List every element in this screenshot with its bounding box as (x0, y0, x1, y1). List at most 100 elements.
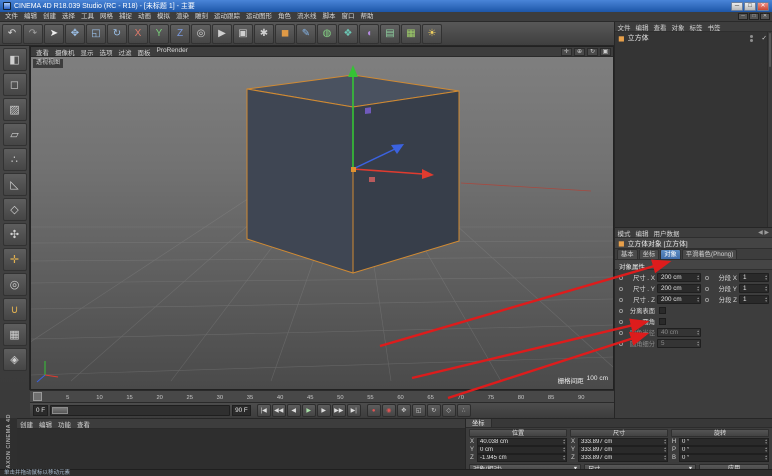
previous-frame-button[interactable]: ◀ (287, 404, 301, 417)
size-input[interactable]: 333.897 cm ▴▾ (578, 438, 668, 446)
size-input[interactable]: 200 cm ▴▾ (657, 273, 701, 282)
spline-pen-icon[interactable]: ✎ (296, 24, 316, 44)
stepper-icon[interactable]: ▴▾ (664, 439, 666, 444)
model-mode-icon[interactable]: ◻ (3, 73, 27, 96)
stepper-icon[interactable]: ▴▾ (765, 297, 767, 302)
position-input[interactable]: -1.945 cm ▴▾ (477, 454, 567, 462)
stepper-icon[interactable]: ▴▾ (664, 455, 666, 460)
segments-input[interactable]: 1 ▴▾ (739, 295, 769, 304)
segments-value[interactable]: 1 (743, 296, 765, 303)
environment-icon[interactable]: ▤ (380, 24, 400, 44)
deformer-icon[interactable]: ◖ (359, 24, 379, 44)
material-menu-item[interactable]: 创建 (17, 419, 36, 429)
attribute-tab[interactable]: 对象 (660, 249, 681, 259)
rotation-value[interactable]: 0 ° (682, 455, 765, 461)
menu-item[interactable]: 渲染 (173, 12, 192, 22)
record-position-button[interactable]: ✥ (397, 404, 411, 417)
checkbox[interactable] (659, 307, 666, 314)
keyframe-dot-icon[interactable] (705, 276, 709, 280)
view-label[interactable]: 透视视图 (33, 59, 63, 68)
x-axis-lock-icon[interactable]: X (128, 24, 148, 44)
stepper-icon[interactable]: ▴▾ (563, 439, 565, 444)
viewport-menu-item[interactable]: ProRender (154, 47, 191, 57)
object-manager-menu-item[interactable]: 书签 (705, 22, 723, 32)
render-settings-icon[interactable]: ✱ (254, 24, 274, 44)
timeline-slider[interactable] (50, 405, 230, 416)
size-input[interactable]: 200 cm ▴▾ (657, 295, 701, 304)
current-frame-marker[interactable] (33, 392, 42, 401)
primitive-cube-icon[interactable]: ◼ (275, 24, 295, 44)
menu-item[interactable]: 运动图形 (243, 12, 275, 22)
rotation-value[interactable]: 0 ° (682, 439, 765, 445)
rotation-value[interactable]: 0 ° (682, 447, 765, 453)
doc-maximize-button[interactable]: □ (749, 13, 759, 20)
object-manager-menu-item[interactable]: 标签 (687, 22, 705, 32)
size-value[interactable]: 200 cm (661, 274, 697, 281)
menu-item[interactable]: 工具 (78, 12, 97, 22)
menu-item[interactable]: 模拟 (154, 12, 173, 22)
keyframe-dot-icon[interactable] (705, 287, 709, 291)
size-header[interactable]: 尺寸 (570, 429, 668, 437)
size-input[interactable]: 200 cm ▴▾ (657, 284, 701, 293)
goto-end-button[interactable]: ▶| (347, 404, 361, 417)
render-picture-viewer-icon[interactable]: ▣ (233, 24, 253, 44)
viewport-menu-item[interactable]: 过滤 (116, 47, 135, 57)
segments-input[interactable]: 1 ▴▾ (739, 273, 769, 282)
size-value[interactable]: 333.897 cm (581, 439, 664, 445)
keyframe-dot-icon[interactable] (619, 276, 623, 280)
light-icon[interactable]: ☀ (422, 24, 442, 44)
attribute-tab[interactable]: 基本 (617, 249, 638, 259)
tweak-mode-icon[interactable]: ✣ (3, 223, 27, 246)
workplane-snap-icon[interactable]: ▦ (3, 323, 27, 346)
stepper-icon[interactable]: ▴▾ (765, 447, 767, 452)
close-button[interactable]: ✕ (757, 2, 769, 11)
object-manager-scrollbar[interactable] (767, 32, 772, 227)
autokey-button[interactable]: ◉ (382, 404, 396, 417)
play-button[interactable]: ▶ (302, 404, 316, 417)
material-menu-item[interactable]: 编辑 (36, 419, 55, 429)
record-pla-button[interactable]: ∴ (457, 404, 471, 417)
doc-minimize-button[interactable]: ─ (738, 13, 748, 20)
menu-item[interactable]: 网格 (97, 12, 116, 22)
stepper-icon[interactable]: ▴▾ (563, 447, 565, 452)
toggle-view-icon[interactable]: ▣ (600, 48, 611, 56)
record-rotation-button[interactable]: ↻ (427, 404, 441, 417)
menu-item[interactable]: 雕刻 (192, 12, 211, 22)
size-value[interactable]: 200 cm (661, 285, 697, 292)
object-manager-menu-item[interactable]: 查看 (651, 22, 669, 32)
stepper-icon[interactable]: ▴▾ (697, 297, 699, 302)
stepper-icon[interactable]: ▴▾ (765, 455, 767, 460)
rotation-header[interactable]: 旋转 (671, 429, 769, 437)
menu-item[interactable]: 选择 (59, 12, 78, 22)
position-value[interactable]: 40.038 cm (480, 439, 563, 445)
viewport[interactable]: 查看摄像机显示选项过滤面板ProRender ✛⊕↻▣ 透视视图 (30, 46, 614, 390)
keyframe-dot-icon[interactable] (619, 320, 623, 324)
menu-item[interactable]: 捕捉 (116, 12, 135, 22)
live-selection-icon[interactable]: ➤ (44, 24, 64, 44)
menu-item[interactable]: 角色 (275, 12, 294, 22)
attribute-tab[interactable]: 坐标 (639, 249, 660, 259)
texture-mode-icon[interactable]: ▨ (3, 98, 27, 121)
size-value[interactable]: 200 cm (661, 296, 697, 303)
zoom-view-icon[interactable]: ⊕ (574, 48, 585, 56)
position-input[interactable]: 0 cm ▴▾ (477, 446, 567, 454)
keyframe-dot-icon[interactable] (619, 298, 623, 302)
scale-icon[interactable]: ◱ (86, 24, 106, 44)
segments-value[interactable]: 1 (743, 285, 765, 292)
position-header[interactable]: 位置 (469, 429, 567, 437)
doc-close-button[interactable]: ✕ (760, 13, 770, 20)
keyframe-dot-icon[interactable] (619, 287, 623, 291)
viewport-solo-icon[interactable]: ◎ (3, 273, 27, 296)
rotation-input[interactable]: 0 ° ▴▾ (679, 438, 769, 446)
rotate-view-icon[interactable]: ↻ (587, 48, 598, 56)
previous-key-button[interactable]: ◀◀ (272, 404, 286, 417)
menu-item[interactable]: 编辑 (21, 12, 40, 22)
checkbox[interactable] (659, 318, 666, 325)
menu-item[interactable]: 运动跟踪 (211, 12, 243, 22)
stepper-icon[interactable]: ▴▾ (697, 275, 699, 280)
move-icon[interactable]: ✥ (65, 24, 85, 44)
coordinates-tab[interactable]: 坐标 (466, 419, 492, 427)
redo-icon[interactable]: ↷ (23, 24, 43, 44)
object-manager-menu-item[interactable]: 对象 (669, 22, 687, 32)
current-frame-field[interactable]: 0 F (33, 405, 48, 416)
